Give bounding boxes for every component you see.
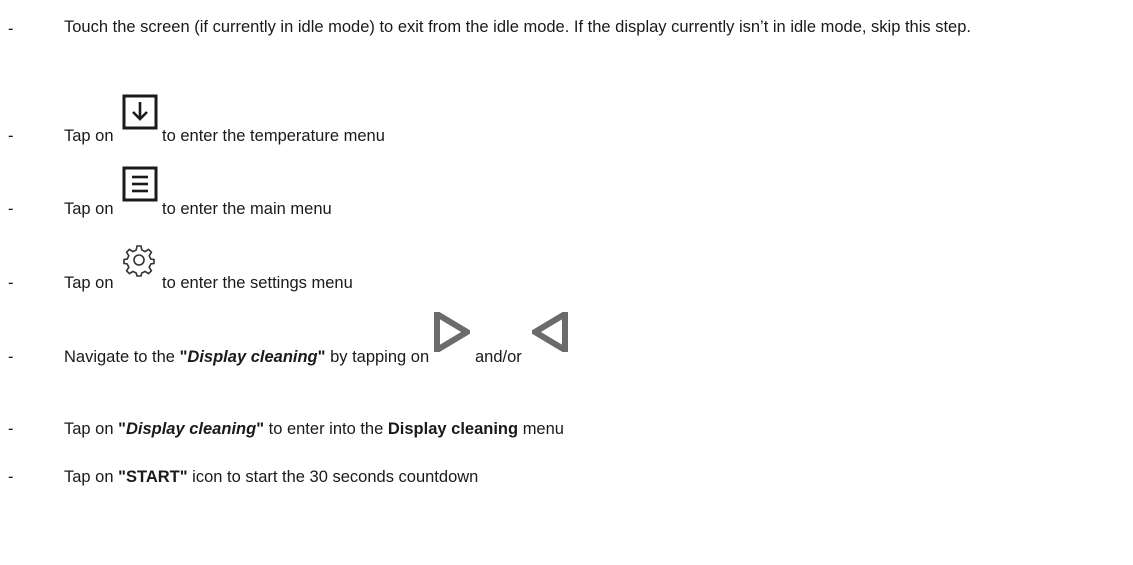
bullet-dash: - bbox=[8, 420, 14, 438]
step-1-text: Touch the screen (if currently in idle m… bbox=[64, 18, 971, 36]
display-cleaning-emph: Display cleaning bbox=[187, 348, 318, 366]
step-2-text-before: Tap on bbox=[64, 127, 114, 145]
instruction-page: { "steps": [ { "dash": "-", "text": "Tou… bbox=[0, 0, 1133, 565]
step-6-text: Tap on "Display cleaning" to enter into … bbox=[64, 418, 564, 440]
step-5-text-before: Navigate to the bbox=[64, 348, 175, 366]
step-4-text-before: Tap on bbox=[64, 274, 114, 292]
quote-open: " bbox=[118, 420, 126, 438]
start-label-bold: "START" bbox=[118, 468, 188, 486]
bullet-dash: - bbox=[8, 348, 14, 366]
bullet-dash: - bbox=[8, 200, 14, 218]
left-triangle-icon bbox=[529, 308, 568, 357]
step-5-and-or: and/or bbox=[475, 348, 522, 366]
step-5-text: Navigate to the "Display cleaning" by ta… bbox=[64, 346, 429, 368]
step-6-text-before: Tap on bbox=[64, 420, 114, 438]
step-6-text-middle: to enter into the bbox=[268, 420, 384, 438]
step-4-text-after: to enter the settings menu bbox=[162, 274, 353, 292]
step-2-text-after: to enter the temperature menu bbox=[162, 127, 385, 145]
step-7-text-after: icon to start the 30 seconds countdown bbox=[192, 468, 479, 486]
step-7-text-before: Tap on bbox=[64, 468, 114, 486]
display-cleaning-emph: Display cleaning bbox=[125, 420, 257, 438]
down-arrow-icon bbox=[122, 94, 158, 135]
quote-close: " bbox=[256, 420, 265, 438]
bullet-dash: - bbox=[8, 274, 14, 292]
step-7-text: Tap on "START" icon to start the 30 seco… bbox=[64, 466, 478, 488]
step-6-text-after: menu bbox=[522, 420, 564, 438]
gear-icon bbox=[122, 243, 156, 282]
step-3-text-after: to enter the main menu bbox=[162, 200, 332, 218]
step-5-text-middle: by tapping on bbox=[330, 348, 430, 366]
bullet-dash: - bbox=[8, 468, 14, 486]
display-cleaning-bold: Display cleaning bbox=[387, 420, 519, 438]
bullet-dash: - bbox=[8, 20, 14, 38]
right-triangle-icon bbox=[434, 308, 473, 357]
hamburger-menu-icon bbox=[122, 166, 158, 207]
step-3-text-before: Tap on bbox=[64, 200, 114, 218]
quote-close: " bbox=[317, 348, 326, 366]
bullet-dash: - bbox=[8, 127, 14, 145]
